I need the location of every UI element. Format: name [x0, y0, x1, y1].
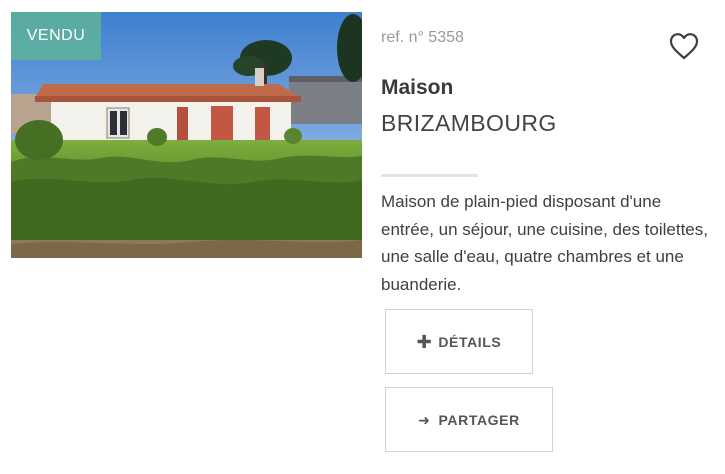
share-button[interactable]: ➜ PARTAGER	[385, 387, 553, 452]
divider	[381, 174, 478, 177]
details-button[interactable]: ✚ DÉTAILS	[385, 309, 533, 374]
reference-number: ref. n° 5358	[381, 29, 464, 46]
share-button-label: PARTAGER	[438, 411, 520, 428]
details-button-label: DÉTAILS	[438, 333, 502, 350]
arrow-right-icon: ➜	[418, 411, 431, 428]
property-description: Maison de plain-pied disposant d'une ent…	[381, 192, 708, 294]
plus-icon: ✚	[416, 331, 433, 352]
property-card: VENDU ref. n° 5358 Maison BRIZAMBOURG Ma…	[0, 0, 725, 474]
property-type: Maison	[381, 76, 454, 99]
sold-badge: VENDU	[11, 12, 101, 60]
heart-outline-icon	[669, 33, 699, 60]
favorite-button[interactable]	[668, 31, 700, 61]
property-city: BRIZAMBOURG	[381, 110, 557, 136]
